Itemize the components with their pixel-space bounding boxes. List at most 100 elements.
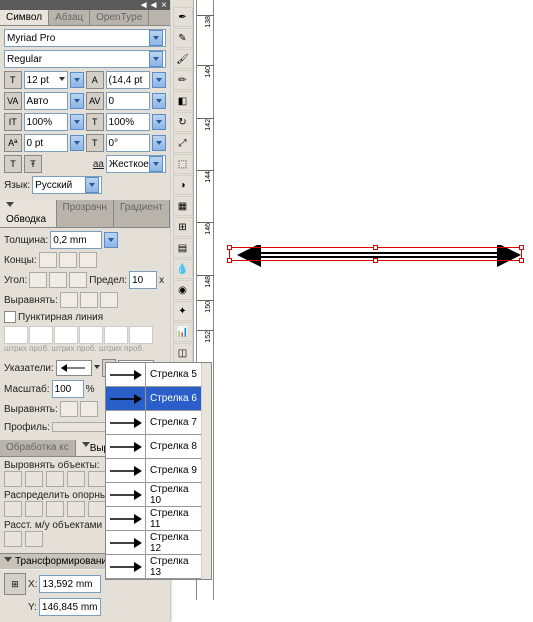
align-hcenter-button[interactable] (25, 471, 43, 487)
arrowhead-align-extend-button[interactable] (60, 401, 78, 417)
arrowhead-option[interactable]: Стрелка 5 (106, 363, 201, 387)
add-anchor-icon[interactable]: ✎ (173, 28, 193, 48)
selection-handle[interactable] (227, 258, 232, 263)
font-family-select[interactable]: Myriad Pro (4, 29, 166, 47)
arrowhead-option[interactable]: Стрелка 11 (106, 507, 201, 531)
arrowhead-option[interactable]: Стрелка 9 (106, 459, 201, 483)
eraser-tool-icon[interactable]: ◧ (173, 91, 193, 111)
rotation-input[interactable]: 0° (106, 134, 151, 152)
vscale-step[interactable] (70, 114, 84, 130)
dash-field[interactable] (104, 326, 128, 344)
arrowhead-option[interactable]: Стрелка 10 (106, 483, 201, 507)
cap-round-button[interactable] (59, 252, 77, 268)
arrowhead-option[interactable]: Стрелка 7 (106, 411, 201, 435)
symbol-sprayer-icon[interactable]: ✦ (173, 301, 193, 321)
font-size-step[interactable] (70, 72, 84, 88)
tracking-step[interactable] (152, 93, 166, 109)
width-tool-icon[interactable]: ⬚ (173, 154, 193, 174)
blend-tool-icon[interactable]: ◉ (173, 280, 193, 300)
tracking-input[interactable]: 0 (106, 92, 151, 110)
spacing-v-button[interactable] (25, 531, 43, 547)
tab-gradient[interactable]: Градиент (114, 200, 170, 227)
dist-left-button[interactable] (67, 501, 85, 517)
weight-step[interactable] (104, 232, 118, 248)
weight-input[interactable]: 0,2 mm (50, 231, 102, 249)
artboard-tool-icon[interactable]: ◫ (173, 343, 193, 363)
dash-field[interactable] (54, 326, 78, 344)
selection-handle[interactable] (373, 258, 378, 263)
selection-handle[interactable] (519, 258, 524, 263)
arrowhead-option[interactable]: Стрелка 6 (106, 387, 201, 411)
gradient-tool-icon[interactable]: ▤ (173, 238, 193, 258)
dist-top-button[interactable] (4, 501, 22, 517)
baseline-step[interactable] (70, 135, 84, 151)
dashed-line-checkbox[interactable] (4, 311, 16, 323)
tab-opentype[interactable]: OpenType (90, 10, 149, 25)
align-inside-button[interactable] (80, 292, 98, 308)
selection-handle[interactable] (519, 245, 524, 250)
tab-symbol[interactable]: Символ (0, 10, 49, 25)
strikethrough-icon[interactable]: Ŧ (24, 155, 42, 173)
brush-tool-icon[interactable]: 🖌 (173, 49, 193, 69)
shape-builder-icon[interactable]: ◑ (173, 175, 193, 195)
hscale-input[interactable]: 100% (106, 113, 151, 131)
kerning-step[interactable] (70, 93, 84, 109)
selection-handle[interactable] (227, 245, 232, 250)
reference-point-icon[interactable]: ⊞ (4, 573, 26, 595)
kerning-input[interactable]: Авто (24, 92, 69, 110)
selection-handle[interactable] (373, 245, 378, 250)
dist-bottom-button[interactable] (46, 501, 64, 517)
arrowhead-option[interactable]: Стрелка 13 (106, 555, 201, 579)
arrowhead-option[interactable]: Стрелка 8 (106, 435, 201, 459)
hscale-step[interactable] (152, 114, 166, 130)
language-select[interactable]: Русский (32, 176, 102, 194)
baseline-input[interactable]: 0 pt (24, 134, 69, 152)
pencil-tool-icon[interactable]: ✏ (173, 70, 193, 90)
tab-pathfinder[interactable]: Обработка кс (0, 440, 76, 456)
eyedropper-tool-icon[interactable]: 💧 (173, 259, 193, 279)
arrowhead-align-tip-button[interactable] (80, 401, 98, 417)
cap-butt-button[interactable] (39, 252, 57, 268)
tab-stroke[interactable]: Обводка (0, 200, 57, 227)
dash-field[interactable] (29, 326, 53, 344)
corner-round-button[interactable] (49, 272, 67, 288)
align-right-button[interactable] (46, 471, 64, 487)
align-outside-button[interactable] (100, 292, 118, 308)
perspective-tool-icon[interactable]: ▦ (173, 196, 193, 216)
corner-bevel-button[interactable] (69, 272, 87, 288)
tab-transparency[interactable]: Прозрачн (57, 200, 114, 227)
font-size-input[interactable]: 12 pt (24, 71, 69, 89)
dash-field[interactable] (4, 326, 28, 344)
arrowhead-scale-input[interactable]: 100 (52, 380, 84, 398)
x-input[interactable]: 13,592 mm (39, 575, 101, 593)
arrowhead-option[interactable]: Стрелка 12 (106, 531, 201, 555)
tab-paragraph[interactable]: Абзац (49, 10, 90, 25)
arrowhead-start-select[interactable] (56, 360, 92, 376)
graph-tool-icon[interactable]: 📊 (173, 322, 193, 342)
vscale-input[interactable]: 100% (24, 113, 69, 131)
align-left-button[interactable] (4, 471, 22, 487)
artboard-canvas[interactable] (214, 0, 533, 600)
spacing-h-button[interactable] (4, 531, 22, 547)
aa-mode-select[interactable]: Жесткое (106, 155, 166, 173)
align-vcenter-button[interactable] (88, 471, 106, 487)
dist-hcenter-button[interactable] (88, 501, 106, 517)
font-style-select[interactable]: Regular (4, 50, 166, 68)
rotation-step[interactable] (152, 135, 166, 151)
dash-field[interactable] (79, 326, 103, 344)
underline-icon[interactable]: T (4, 155, 22, 173)
align-top-button[interactable] (67, 471, 85, 487)
rotate-tool-icon[interactable]: ↻ (173, 112, 193, 132)
leading-step[interactable] (152, 72, 166, 88)
dist-vcenter-button[interactable] (25, 501, 43, 517)
mesh-tool-icon[interactable]: ⊞ (173, 217, 193, 237)
pen-tool-icon[interactable]: ✒ (173, 7, 193, 27)
scale-tool-icon[interactable]: ⤢ (173, 133, 193, 153)
panel-collapse-bar[interactable]: ◄◄ × (0, 0, 170, 10)
y-input[interactable]: 146,845 mm (39, 598, 101, 616)
align-center-button[interactable] (60, 292, 78, 308)
miter-limit-input[interactable]: 10 (129, 271, 157, 289)
cap-square-button[interactable] (79, 252, 97, 268)
leading-input[interactable]: (14,4 pt (106, 71, 151, 89)
dropdown-scrollbar[interactable] (201, 363, 211, 579)
